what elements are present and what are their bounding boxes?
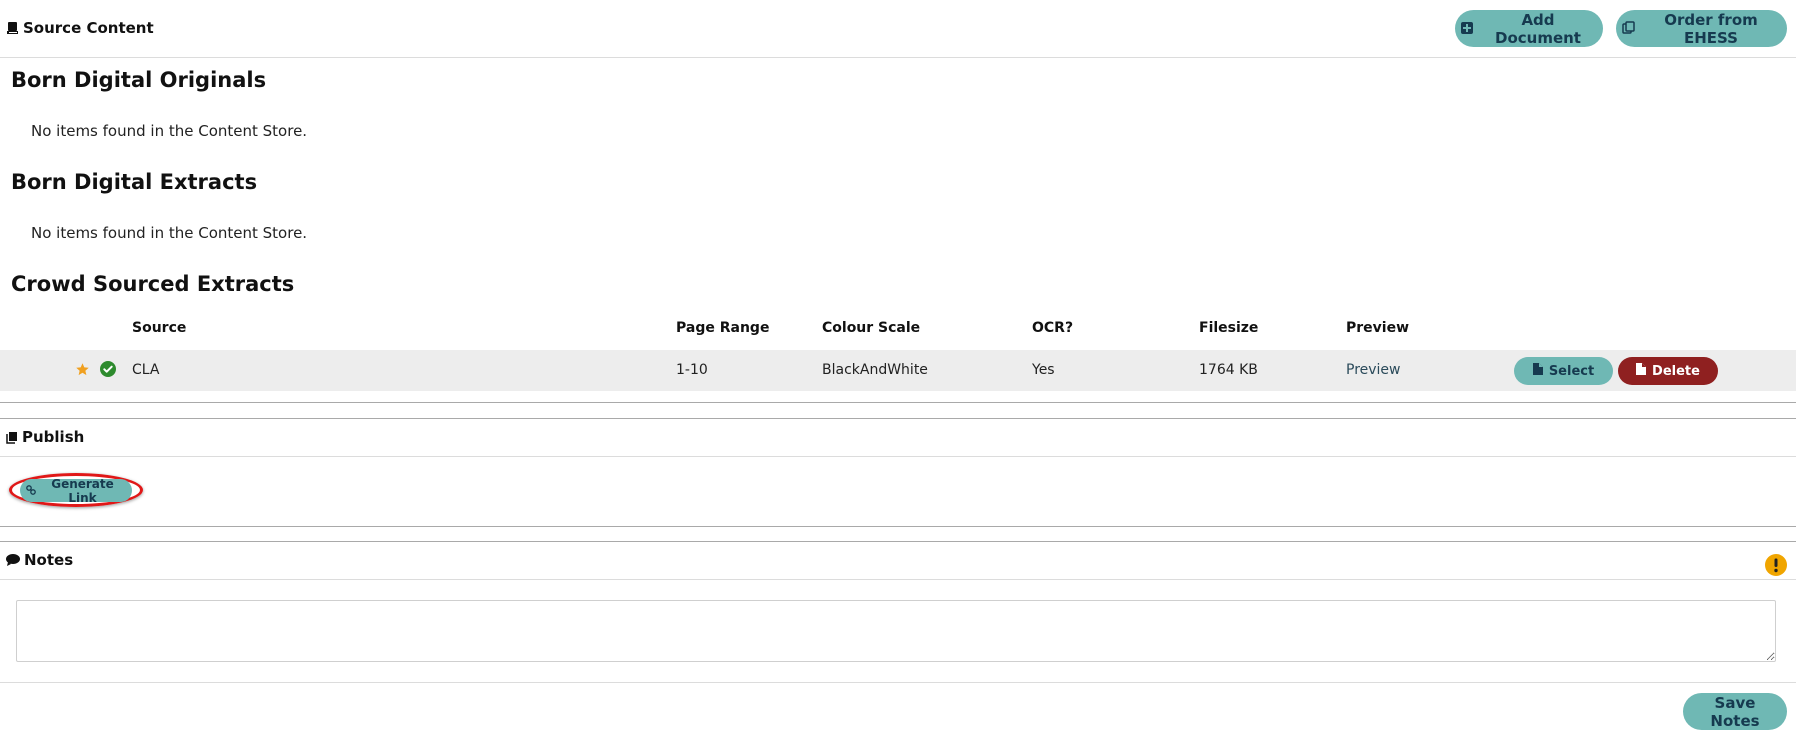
check-circle-icon: [100, 361, 116, 381]
notes-title: Notes: [24, 551, 74, 569]
divider: [0, 418, 1796, 419]
column-header-filesize: Filesize: [1199, 320, 1259, 336]
cell-colour-scale: BlackAndWhite: [822, 362, 928, 378]
born-digital-extracts-title: Born Digital Extracts: [11, 170, 258, 194]
book-icon: [6, 21, 19, 35]
exclamation-circle-icon: [1765, 554, 1787, 580]
link-icon: [26, 484, 36, 498]
save-notes-label: Save Notes: [1710, 693, 1760, 730]
divider: [0, 456, 1796, 457]
column-header-page-range: Page Range: [676, 320, 770, 336]
notes-textarea[interactable]: [16, 600, 1776, 662]
copy-icon: [1622, 20, 1635, 38]
generate-link-label: Generate Link: [51, 476, 114, 505]
source-content-title: Source Content: [23, 19, 154, 37]
divider: [0, 682, 1796, 683]
save-notes-button[interactable]: Save Notes: [1683, 693, 1787, 730]
born-digital-extracts-empty: No items found in the Content Store.: [31, 224, 308, 242]
comment-icon: [6, 554, 20, 566]
divider: [0, 579, 1796, 580]
cell-source: CLA: [132, 362, 160, 378]
column-header-preview: Preview: [1346, 320, 1410, 336]
file-icon: [1532, 363, 1543, 379]
order-label: Order from EHESS: [1664, 10, 1758, 47]
preview-link[interactable]: Preview: [1346, 362, 1401, 378]
notes-header: Notes: [0, 550, 1796, 570]
book-icon: [6, 431, 18, 444]
file-icon: [1636, 363, 1647, 379]
divider: [0, 526, 1796, 527]
cell-page-range: 1-10: [676, 362, 708, 378]
column-header-ocr: OCR?: [1032, 320, 1074, 336]
crowd-sourced-extracts-title: Crowd Sourced Extracts: [11, 272, 295, 296]
delete-button[interactable]: Delete: [1618, 357, 1718, 385]
column-header-colour-scale: Colour Scale: [822, 320, 921, 336]
cell-filesize: 1764 KB: [1199, 362, 1258, 378]
publish-title: Publish: [22, 428, 85, 446]
star-icon[interactable]: [75, 362, 90, 381]
delete-label: Delete: [1652, 363, 1700, 379]
add-document-button[interactable]: Add Document: [1455, 10, 1603, 47]
divider: [0, 541, 1796, 542]
publish-header: Publish: [0, 427, 1796, 447]
select-button[interactable]: Select: [1514, 357, 1613, 385]
divider: [0, 402, 1796, 403]
select-label: Select: [1548, 363, 1595, 379]
born-digital-originals-title: Born Digital Originals: [11, 68, 267, 92]
generate-link-button[interactable]: Generate Link: [20, 476, 132, 505]
divider: [0, 57, 1796, 58]
add-document-label: Add Document: [1495, 10, 1581, 47]
column-header-source: Source: [132, 320, 187, 336]
order-from-ehess-button[interactable]: Order from EHESS: [1616, 10, 1787, 47]
born-digital-originals-empty: No items found in the Content Store.: [31, 122, 308, 140]
cell-ocr: Yes: [1032, 362, 1055, 378]
plus-square-icon: [1461, 20, 1473, 38]
